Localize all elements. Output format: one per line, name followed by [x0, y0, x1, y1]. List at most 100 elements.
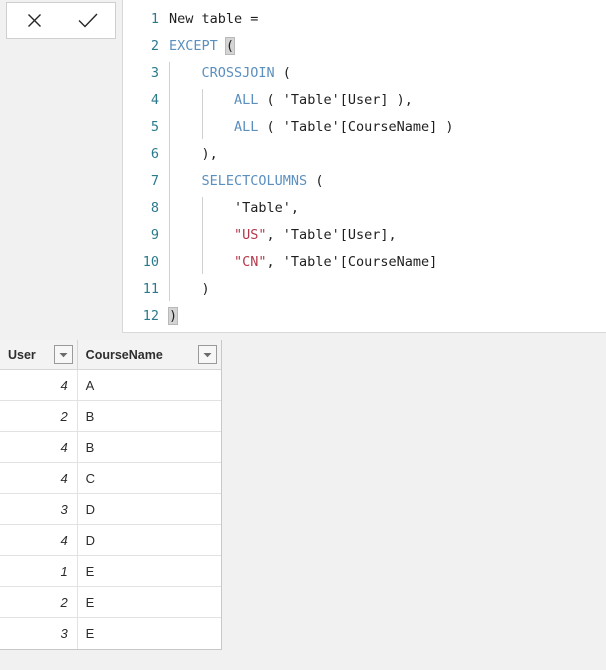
line-number: 7	[150, 173, 159, 189]
line-number: 12	[142, 308, 159, 324]
indent-guide	[169, 62, 170, 301]
table-row[interactable]: 3D	[0, 494, 221, 525]
line-number: 11	[142, 281, 159, 297]
code-token: (	[307, 173, 324, 189]
table-cell-course[interactable]: D	[78, 494, 221, 524]
result-table: User CourseName 4A2B4B4C3D4D1E2E3E	[0, 340, 222, 650]
code-token: , 'Table'[User],	[266, 227, 397, 243]
table-cell-course[interactable]: B	[78, 432, 221, 462]
table-row[interactable]: 4D	[0, 525, 221, 556]
dax-code-editor[interactable]: 1 New table = 2 EXCEPT (3 CROSSJOIN (4 ALL…	[122, 0, 606, 333]
matched-bracket: )	[167, 307, 179, 325]
chevron-down-icon	[203, 352, 212, 358]
table-row[interactable]: 2E	[0, 587, 221, 618]
line-number: 6	[150, 146, 159, 162]
line-number: 10	[142, 254, 159, 270]
line-number: 3	[150, 65, 159, 81]
code-line[interactable]: 3 CROSSJOIN (	[123, 60, 606, 87]
code-line[interactable]: 8 'Table',	[123, 195, 606, 222]
code-line-text: )	[169, 276, 210, 303]
code-line-text: ALL ( 'Table'[User] ),	[169, 87, 413, 114]
table-cell-user[interactable]: 3	[0, 494, 78, 524]
matched-bracket: (	[224, 37, 236, 55]
column-filter-button-user[interactable]	[53, 345, 73, 364]
code-token: ( 'Table'[CourseName] )	[258, 119, 454, 135]
code-line-text: SELECTCOLUMNS (	[169, 168, 324, 195]
table-header-row: User CourseName	[0, 340, 221, 370]
table-cell-course[interactable]: D	[78, 525, 221, 555]
code-token: SELECTCOLUMNS	[201, 173, 308, 189]
code-line[interactable]: 2 EXCEPT (	[123, 33, 606, 60]
table-cell-course[interactable]: E	[78, 587, 221, 617]
code-token: 'Table',	[169, 200, 300, 216]
code-line[interactable]: 1 New table =	[123, 6, 606, 33]
code-token: ALL	[234, 119, 259, 135]
line-number: 8	[150, 200, 159, 216]
code-line[interactable]: 6 ),	[123, 141, 606, 168]
table-row[interactable]: 4C	[0, 463, 221, 494]
table-cell-user[interactable]: 4	[0, 432, 78, 462]
code-line[interactable]: 4 ALL ( 'Table'[User] ),	[123, 87, 606, 114]
code-token: CROSSJOIN	[201, 65, 275, 81]
code-token: ( 'Table'[User] ),	[258, 92, 413, 108]
indent-guide	[201, 89, 203, 139]
formula-bar-area: 1 New table = 2 EXCEPT (3 CROSSJOIN (4 ALL…	[0, 0, 606, 334]
table-cell-user[interactable]: 2	[0, 401, 78, 431]
table-cell-course[interactable]: B	[78, 401, 221, 431]
code-token: "US"	[234, 227, 267, 243]
code-line-text: 'Table',	[169, 195, 299, 222]
code-token: New table =	[169, 11, 267, 27]
table-cell-user[interactable]: 4	[0, 525, 78, 555]
code-lines-container: 1 New table = 2 EXCEPT (3 CROSSJOIN (4 ALL…	[123, 0, 606, 330]
code-token: ALL	[234, 92, 259, 108]
code-line-text: CROSSJOIN (	[169, 60, 291, 87]
formula-action-buttons	[6, 2, 116, 39]
column-header-label: User	[8, 347, 36, 362]
code-line-text: ALL ( 'Table'[CourseName] )	[169, 114, 454, 141]
table-cell-course[interactable]: A	[78, 370, 221, 400]
code-token: EXCEPT	[169, 38, 218, 54]
code-line-text: "US", 'Table'[User],	[169, 222, 397, 249]
code-token: "CN"	[234, 254, 267, 270]
column-header-course[interactable]: CourseName	[77, 340, 221, 369]
code-line[interactable]: 7 SELECTCOLUMNS (	[123, 168, 606, 195]
code-line-text: EXCEPT (	[169, 33, 236, 60]
code-line[interactable]: 10 "CN", 'Table'[CourseName]	[123, 249, 606, 276]
table-row[interactable]: 4A	[0, 370, 221, 401]
line-number: 4	[150, 92, 159, 108]
code-token: )	[169, 281, 210, 297]
table-row[interactable]: 1E	[0, 556, 221, 587]
chevron-down-icon	[59, 352, 68, 358]
table-cell-user[interactable]: 2	[0, 587, 78, 617]
column-filter-button-course[interactable]	[198, 345, 217, 364]
table-row[interactable]: 3E	[0, 618, 221, 649]
table-cell-course[interactable]: C	[78, 463, 221, 493]
table-cell-user[interactable]: 3	[0, 618, 78, 649]
code-token: (	[274, 65, 291, 81]
table-cell-user[interactable]: 4	[0, 370, 78, 400]
table-row[interactable]: 4B	[0, 432, 221, 463]
table-cell-user[interactable]: 4	[0, 463, 78, 493]
column-header-user[interactable]: User	[0, 340, 78, 369]
code-line-text: )	[167, 303, 179, 330]
code-line-text: ),	[169, 141, 218, 168]
indent-guide	[201, 197, 203, 274]
commit-button[interactable]	[66, 4, 110, 37]
cancel-button[interactable]	[12, 4, 56, 37]
code-line[interactable]: 9 "US", 'Table'[User],	[123, 222, 606, 249]
table-row[interactable]: 2B	[0, 401, 221, 432]
code-line[interactable]: 5 ALL ( 'Table'[CourseName] )	[123, 114, 606, 141]
code-line[interactable]: 11 )	[123, 276, 606, 303]
line-number: 1	[150, 11, 159, 27]
table-cell-user[interactable]: 1	[0, 556, 78, 586]
table-cell-course[interactable]: E	[78, 618, 221, 649]
check-icon	[77, 11, 99, 30]
line-number: 9	[150, 227, 159, 243]
line-number: 2	[150, 38, 159, 54]
code-line[interactable]: 12)	[123, 303, 606, 330]
table-cell-course[interactable]: E	[78, 556, 221, 586]
line-number: 5	[150, 119, 159, 135]
